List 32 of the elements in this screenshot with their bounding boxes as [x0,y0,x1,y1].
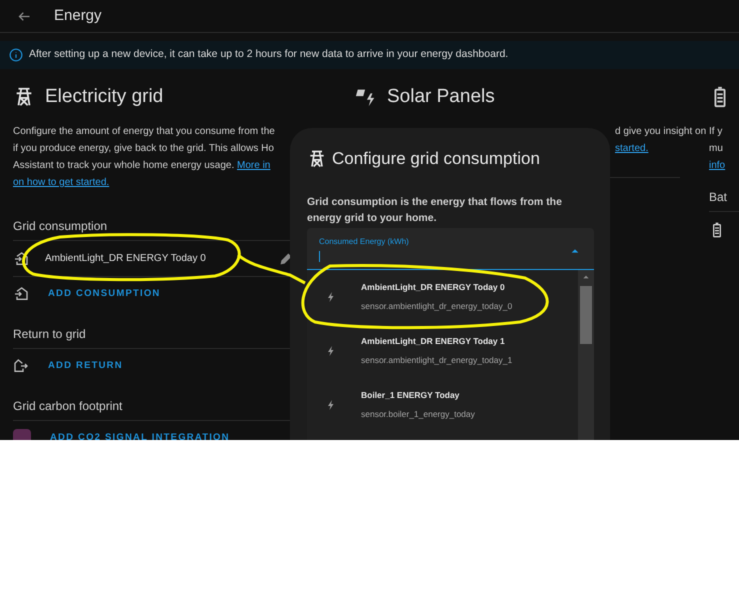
section-title: Electricity grid [45,84,164,109]
text-caret [319,250,320,262]
scrollbar[interactable] [578,270,594,440]
description-link[interactable]: on how to get started. [13,177,110,188]
option-name: Boiler_1 ENERGY Today [361,388,460,402]
page-title: Energy [54,6,102,26]
subsection-title: Bat [709,188,739,212]
option-name: AmbientLight_DR ENERGY Today 1 [361,334,506,348]
source-name: AmbientLight_DR ENERGY Today 0 [45,252,206,266]
description-link[interactable]: More in [237,160,270,171]
home-import-icon [13,286,29,302]
option-entity-id: sensor.ambientlight_dr_energy_today_1 [361,354,512,366]
option-entity-id: sensor.ambientlight_dr_energy_today_0 [361,300,512,312]
option-name: AmbientLight_DR ENERGY Today 0 [361,280,506,294]
option-entity-id: sensor.boiler_1_energy_today [361,408,475,420]
battery-description: If y mu info [709,125,726,173]
info-icon [9,48,23,62]
scrollbar-thumb[interactable] [580,286,592,344]
description-link[interactable]: started. [615,143,648,154]
section-title: Solar Panels [387,84,495,109]
connector-line [237,254,306,284]
home-export-icon [13,358,29,374]
pencil-icon [279,252,293,266]
entity-option[interactable]: AmbientLight_DR ENERGY Today 0 sensor.ambientlight_dr_energy_today_0 [307,270,578,324]
entity-picker-field[interactable]: Consumed Energy (kWh) [307,228,594,270]
description-link[interactable]: info [709,160,726,171]
add-button[interactable]: ADD RETURN [48,358,123,374]
add-button[interactable]: ADD CO2 SIGNAL INTEGRATION [50,430,230,440]
info-text: After setting up a new device, it can take up to 2 hours for new data to arrive in your energy dashboard. [29,47,508,62]
home-import-icon [13,250,29,266]
add-button[interactable]: ADD CONSUMPTION [48,286,160,302]
dialog-title: Configure grid consumption [332,148,540,170]
